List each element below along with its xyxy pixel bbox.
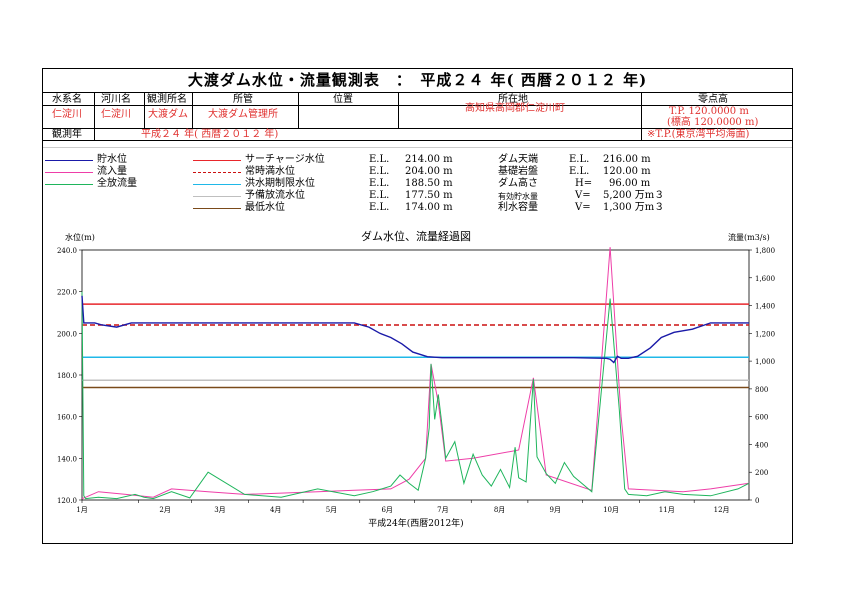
y-left-tick-label: 160.0 xyxy=(57,414,77,422)
x-tick-label: 8月 xyxy=(494,506,505,514)
y-right-tick-label: 1,600 xyxy=(755,275,775,283)
x-tick-label: 7月 xyxy=(437,506,448,514)
y-left-tick-label: 120.0 xyxy=(57,497,77,505)
y-left-tick-label: 200.0 xyxy=(57,330,77,338)
series-貯水位 xyxy=(81,295,749,364)
x-tick-label: 3月 xyxy=(214,506,225,514)
y-right-tick-label: 1,200 xyxy=(755,330,775,338)
y-right-tick-label: 1,000 xyxy=(755,358,775,366)
y-left-tick-label: 220.0 xyxy=(57,289,77,297)
y-right-tick-label: 200 xyxy=(755,469,768,477)
series-流入量 xyxy=(81,247,750,500)
chart: ダム水位、流量経過図 水位(m) 流量(m3/s) 平成24年(西暦2012年)… xyxy=(57,229,775,529)
x-tick-label: 2月 xyxy=(159,506,170,514)
y-right-tick-label: 800 xyxy=(755,386,768,394)
x-tick-label: 1月 xyxy=(76,506,87,514)
y-right-tick-label: 400 xyxy=(755,441,768,449)
y-right-label: 流量(m3/s) xyxy=(728,232,770,242)
y-left-tick-label: 140.0 xyxy=(57,455,77,463)
plot-area: 120.0 140.0 160.0 180.0 200.0 220.0 240.0 0 200 4… xyxy=(57,247,775,514)
x-tick-label: 10月 xyxy=(603,506,619,514)
y-left-tick-label: 240.0 xyxy=(57,247,77,255)
x-tick-label: 11月 xyxy=(659,506,675,514)
y-right-tick-label: 1,800 xyxy=(755,247,775,255)
x-tick-label: 9月 xyxy=(550,506,561,514)
x-tick-label: 5月 xyxy=(326,506,337,514)
y-left-tick-label: 180.0 xyxy=(57,372,77,380)
chart-title: ダム水位、流量経過図 xyxy=(361,229,471,243)
y-right-tick-label: 0 xyxy=(755,497,759,505)
x-tick-label: 4月 xyxy=(270,506,281,514)
y-right-tick-label: 1,400 xyxy=(755,303,775,311)
y-left-label: 水位(m) xyxy=(65,232,95,242)
x-tick-label: 12月 xyxy=(714,506,730,514)
plot-border xyxy=(81,249,750,501)
x-tick-label: 6月 xyxy=(381,506,392,514)
x-axis-label: 平成24年(西暦2012年) xyxy=(368,517,463,529)
y-right-tick-label: 600 xyxy=(755,414,768,422)
